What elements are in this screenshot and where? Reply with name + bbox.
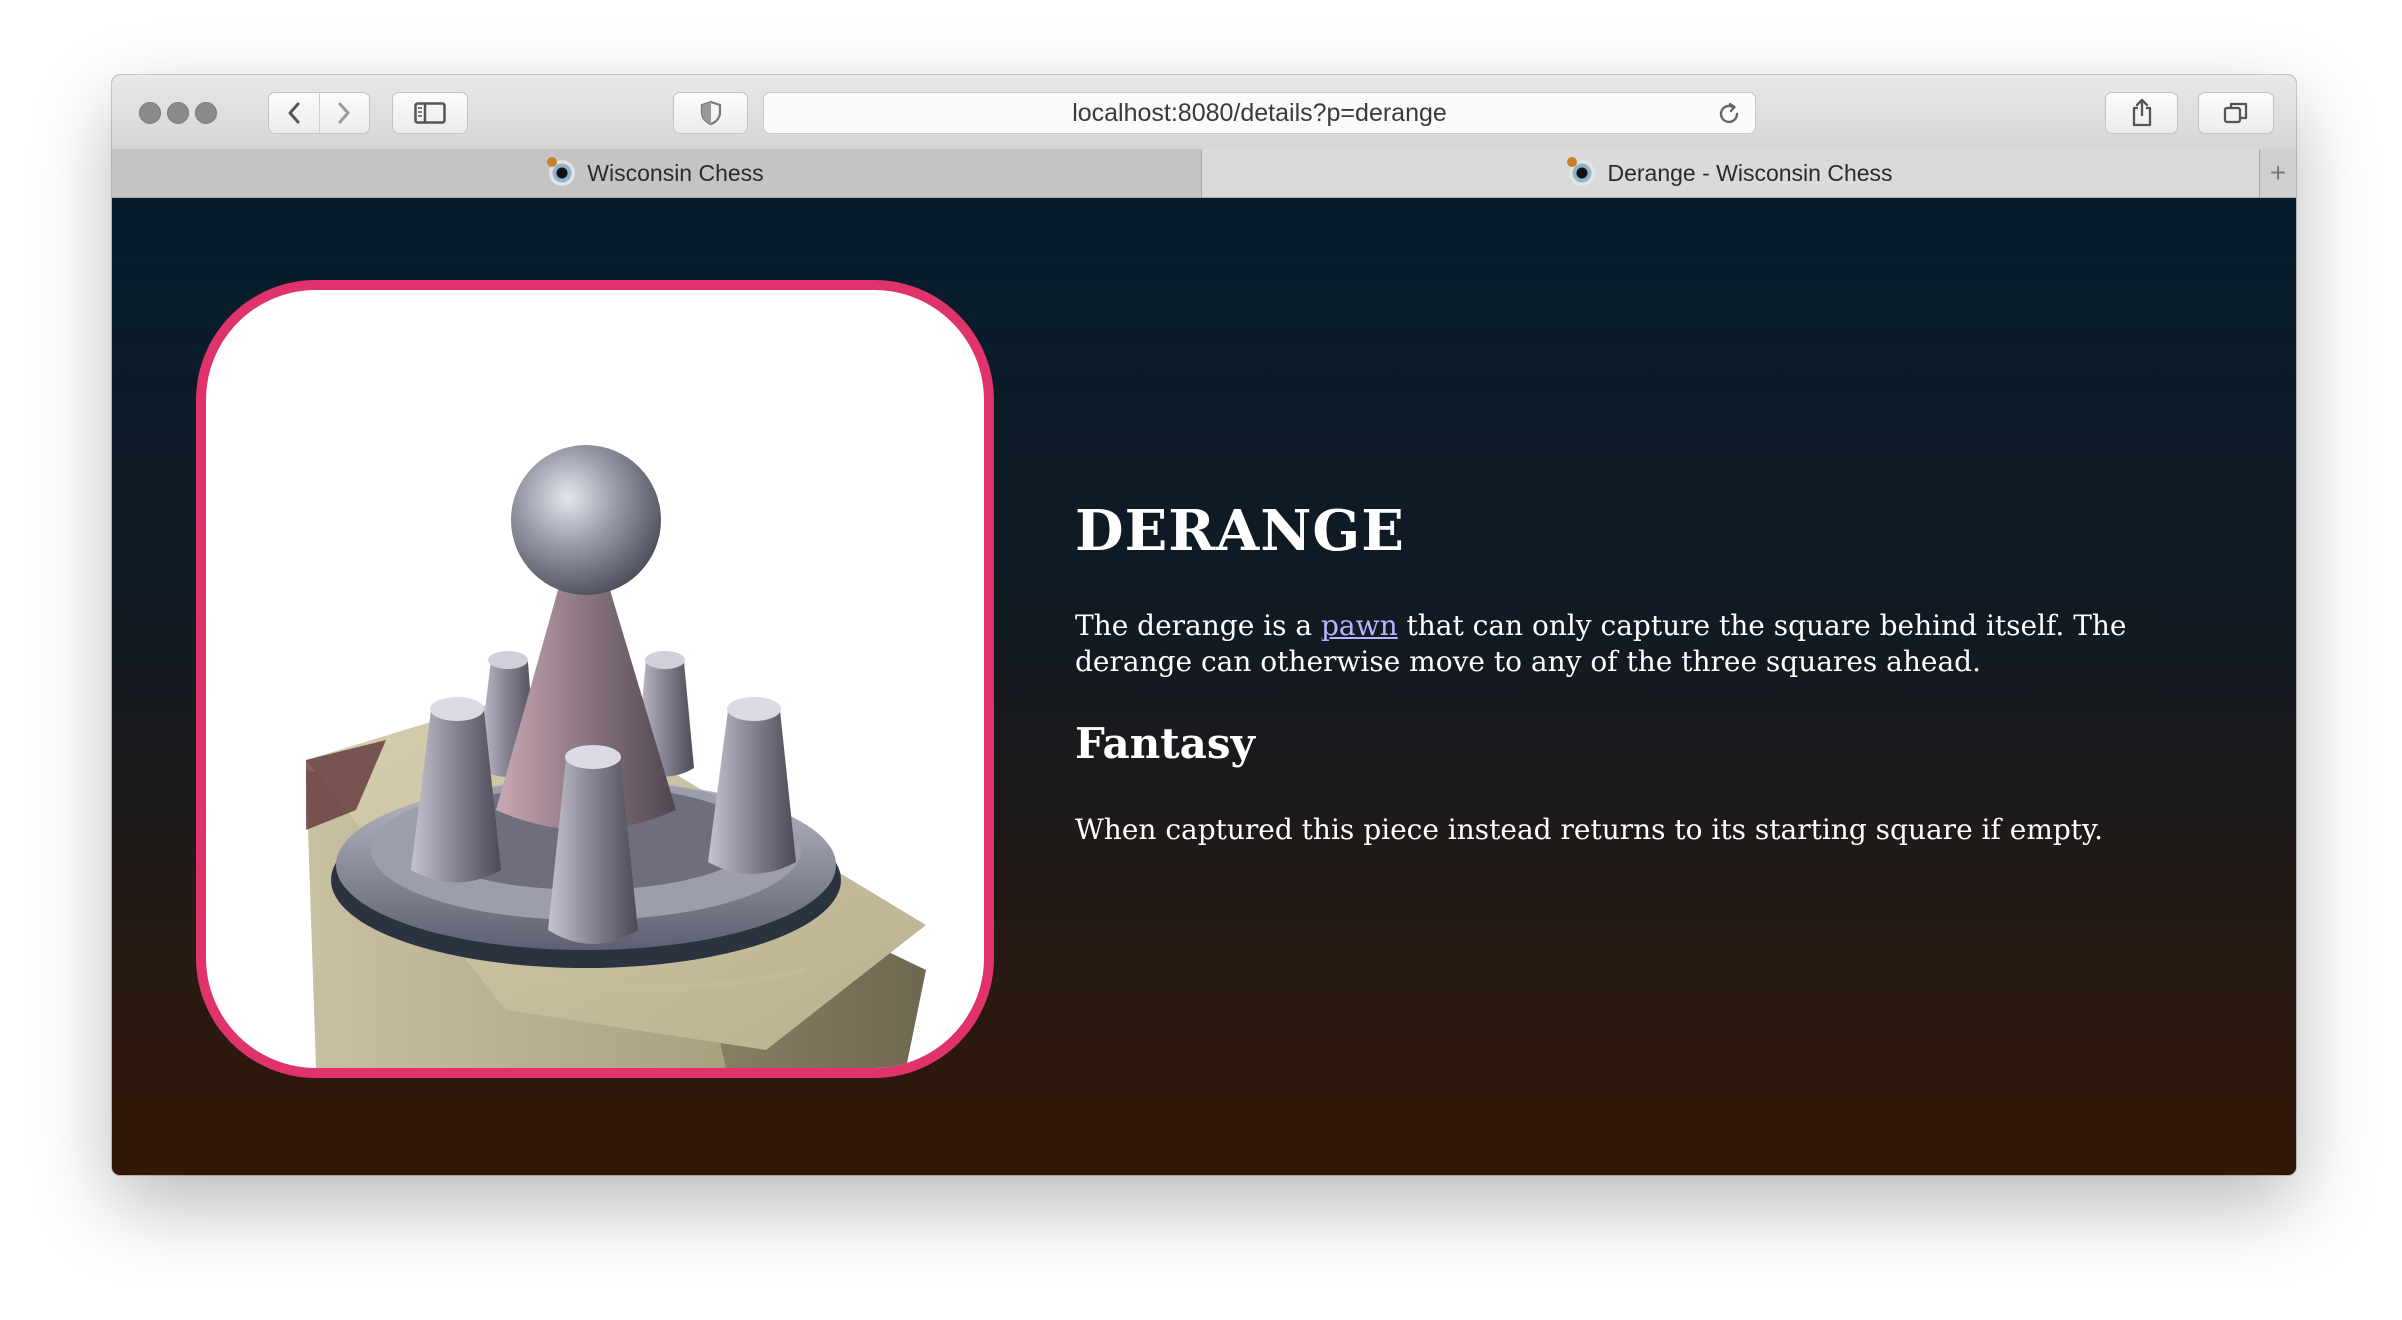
page-content: DERANGE The derange is a pawn that can o… <box>112 198 2296 1175</box>
browser-window: localhost:8080/details?p=derange Wiscons… <box>112 75 2296 1175</box>
fantasy-heading: Fantasy <box>1075 719 1255 768</box>
forward-button[interactable] <box>320 93 370 133</box>
tab-derange[interactable]: Derange - Wisconsin Chess <box>1202 149 2260 197</box>
tab-overview-button[interactable] <box>2198 92 2274 134</box>
share-icon <box>2132 98 2151 127</box>
derange-piece-image <box>306 445 926 1068</box>
shield-icon <box>700 100 721 126</box>
chevron-right-icon <box>338 102 350 124</box>
reload-button[interactable] <box>1715 100 1743 135</box>
chess-favicon-icon <box>1567 157 1596 186</box>
privacy-report-button[interactable] <box>673 92 748 134</box>
share-button[interactable] <box>2105 92 2178 134</box>
piece-info: DERANGE The derange is a pawn that can o… <box>1075 498 2225 848</box>
tab-label: Derange - Wisconsin Chess <box>1607 159 1893 186</box>
chevron-left-icon <box>288 102 300 124</box>
history-nav <box>268 92 370 134</box>
description-text-before: The derange is a <box>1075 609 1321 642</box>
tab-bar: Wisconsin Chess Derange - Wisconsin Ches… <box>112 149 2296 198</box>
url-text: localhost:8080/details?p=derange <box>1072 98 1447 127</box>
close-window-button[interactable] <box>139 102 161 124</box>
pawn-link[interactable]: pawn <box>1321 609 1398 642</box>
reload-icon <box>1719 102 1739 124</box>
fantasy-text: When captured this piece instead returns… <box>1075 813 2104 846</box>
minimize-window-button[interactable] <box>167 102 189 124</box>
tab-wisconsin-chess[interactable]: Wisconsin Chess <box>112 149 1202 197</box>
toolbar: localhost:8080/details?p=derange <box>112 75 2296 150</box>
address-bar[interactable]: localhost:8080/details?p=derange <box>763 92 1756 134</box>
sidebar-icon <box>414 102 446 124</box>
piece-title: DERANGE <box>1075 498 1405 564</box>
tab-label: Wisconsin Chess <box>587 159 764 186</box>
new-tab-button[interactable]: + <box>2259 149 2296 197</box>
piece-description: The derange is a pawn that can only capt… <box>1075 608 2225 680</box>
back-button[interactable] <box>269 93 320 133</box>
tabs-overview-icon <box>2223 102 2248 124</box>
zoom-window-button[interactable] <box>195 102 217 124</box>
sidebar-button[interactable] <box>392 92 468 134</box>
piece-image-card <box>196 280 994 1078</box>
chess-favicon-icon <box>547 157 576 186</box>
